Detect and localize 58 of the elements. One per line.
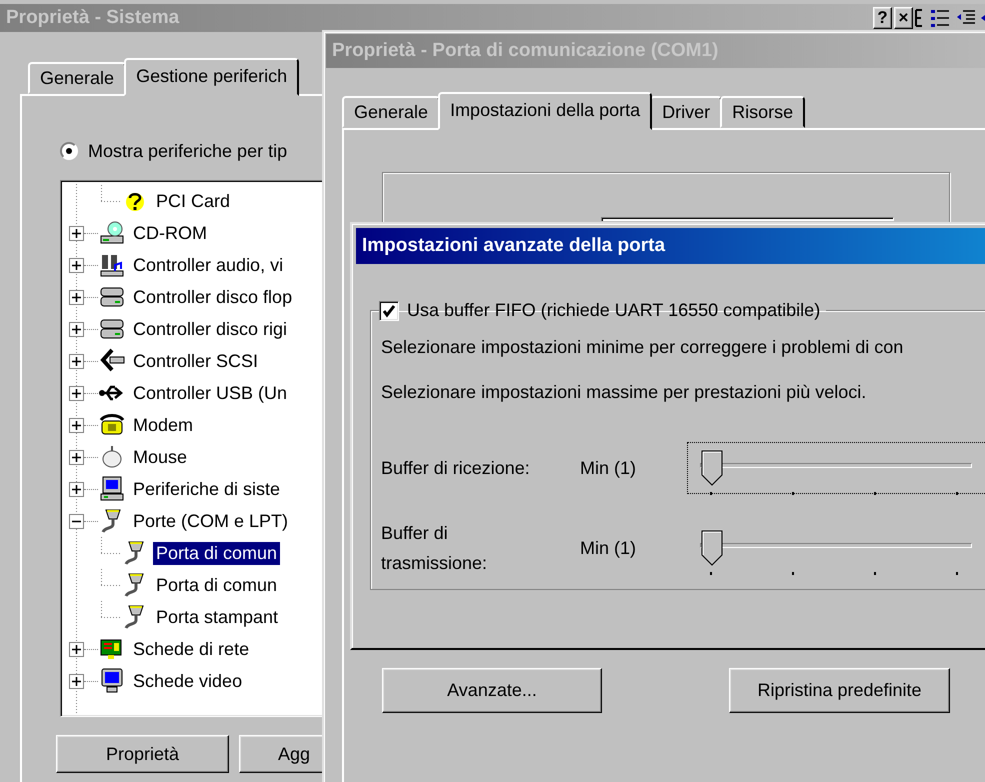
expand-toggle[interactable] bbox=[69, 290, 84, 304]
tree-item[interactable]: Periferiche di siste bbox=[130, 478, 284, 500]
tree-item[interactable]: Mouse bbox=[130, 446, 190, 468]
close-button[interactable]: × bbox=[894, 7, 913, 29]
dropdown-field[interactable] bbox=[601, 217, 894, 221]
tab[interactable]: Risorse bbox=[720, 96, 806, 128]
expand-toggle[interactable] bbox=[69, 642, 84, 656]
update-button[interactable]: Agg bbox=[239, 735, 323, 773]
computer-icon bbox=[98, 475, 126, 503]
tree-item[interactable]: CD-ROM bbox=[130, 222, 210, 244]
tree-item[interactable]: Porte (COM e LPT) bbox=[130, 510, 292, 532]
tab[interactable]: Gestione periferich bbox=[124, 58, 300, 96]
tree-item[interactable]: Schede di rete bbox=[130, 638, 252, 660]
slider-label: Buffer di trasmissione: bbox=[381, 522, 488, 575]
tree-item[interactable]: PCI Card bbox=[153, 190, 234, 212]
tab[interactable]: Generale bbox=[28, 62, 126, 94]
tree-item[interactable]: Controller USB (Un bbox=[130, 382, 290, 404]
list-icon bbox=[931, 8, 949, 28]
tree-item[interactable]: Controller SCSI bbox=[130, 350, 262, 372]
expand-toggle[interactable] bbox=[69, 354, 84, 368]
checkbox-label: Usa buffer FIFO (richiede UART 16550 compatibile) bbox=[407, 300, 820, 321]
slider[interactable] bbox=[687, 442, 985, 494]
slider-value: Min (1) bbox=[580, 458, 638, 478]
indent-icon bbox=[981, 15, 985, 21]
expand-toggle[interactable] bbox=[69, 482, 84, 496]
properties-button[interactable]: Proprietà bbox=[56, 735, 229, 773]
advanced-button[interactable]: Avanzate... bbox=[382, 668, 602, 713]
expand-toggle[interactable] bbox=[69, 514, 84, 528]
description-text: Selezionare impostazioni massime per prestazioni più veloci. bbox=[381, 381, 868, 404]
help-button[interactable]: ? bbox=[873, 7, 892, 29]
expand-toggle[interactable] bbox=[69, 418, 84, 432]
slider-thumb[interactable] bbox=[701, 450, 723, 486]
radio-button[interactable]: Mostra periferiche per tip bbox=[60, 136, 288, 166]
tree-item[interactable]: Controller disco rigi bbox=[130, 318, 290, 340]
slider-label: Buffer di ricezione: bbox=[381, 457, 531, 480]
tab[interactable]: Impostazioni della porta bbox=[438, 92, 652, 130]
description-text: Selezionare impostazioni minime per correggere i problemi di con bbox=[381, 336, 904, 359]
expand-toggle[interactable] bbox=[69, 386, 84, 400]
expand-toggle[interactable] bbox=[69, 226, 84, 240]
tree-item[interactable]: Porta di comun bbox=[153, 574, 280, 596]
tree-item[interactable]: Modem bbox=[130, 414, 196, 436]
tree-item[interactable]: Controller disco flop bbox=[130, 286, 296, 308]
expand-toggle[interactable] bbox=[69, 258, 84, 272]
text-align-icon bbox=[915, 8, 923, 28]
window-title: Proprietà - Sistema bbox=[6, 7, 180, 29]
expand-toggle[interactable] bbox=[69, 450, 84, 464]
tab[interactable]: Generale bbox=[342, 96, 440, 128]
expand-toggle[interactable] bbox=[69, 674, 84, 688]
tree-item[interactable]: Porta stampant bbox=[153, 606, 282, 628]
tree-item[interactable]: Controller audio, vi bbox=[130, 254, 286, 276]
expand-toggle[interactable] bbox=[69, 322, 84, 336]
tree-item[interactable]: Schede video bbox=[130, 670, 246, 692]
checkbox[interactable] bbox=[379, 300, 399, 320]
slider-thumb[interactable] bbox=[701, 530, 723, 566]
tree-item[interactable]: Porta di comun bbox=[153, 542, 280, 564]
restore-defaults-button[interactable]: Ripristina predefinite bbox=[729, 668, 950, 713]
slider-value: Min (1) bbox=[580, 538, 638, 558]
window-title: Impostazioni avanzate della porta bbox=[362, 235, 666, 257]
